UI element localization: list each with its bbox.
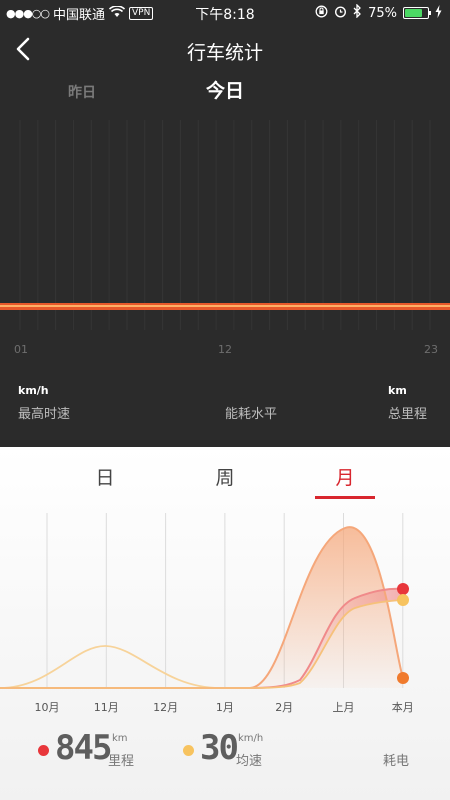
active-tab-indicator xyxy=(315,496,375,499)
energy-label: 耗电 xyxy=(383,754,410,769)
mileage-unit: km xyxy=(112,733,128,744)
page-title: 行车统计 xyxy=(186,42,263,64)
hour-tick-start: 01 xyxy=(14,343,28,356)
max-speed-label: 最高时速 xyxy=(18,407,71,422)
alarm-icon xyxy=(334,5,347,22)
bluetooth-icon xyxy=(353,3,362,22)
speed-curve-early xyxy=(0,645,250,689)
rotation-lock-icon xyxy=(315,5,328,22)
mileage-legend-dot xyxy=(38,745,49,756)
month-tick-label: 2月 xyxy=(275,701,293,714)
status-bar: ●●●○○ 中国联通 VPN 下午8:18 75% xyxy=(0,0,450,24)
hour-tick-mid: 12 xyxy=(218,343,232,356)
hour-tick-end: 23 xyxy=(424,343,438,356)
energy-level-label: 能耗水平 xyxy=(225,407,278,422)
speed-endpoint xyxy=(397,594,409,606)
month-tick-label: 1月 xyxy=(216,701,234,714)
month-tick-label: 12月 xyxy=(153,701,178,714)
battery-percent: 75% xyxy=(368,5,397,21)
month-tick-label: 10月 xyxy=(35,701,60,714)
tab-week[interactable]: 周 xyxy=(195,463,255,490)
tab-day[interactable]: 日 xyxy=(75,463,135,490)
month-tick-label: 上月 xyxy=(333,701,355,714)
month-tick-label: 本月 xyxy=(392,700,414,714)
monthly-axis-labels: 10月 11月 12月 1月 2月 上月 本月 xyxy=(35,700,414,714)
speed-unit: km/h xyxy=(238,733,264,744)
hourly-chart xyxy=(0,120,450,330)
speed-value: 30 xyxy=(200,728,239,768)
max-speed-unit: km/h xyxy=(18,384,49,397)
month-tick-label: 11月 xyxy=(94,701,119,714)
nav-bar: 行车统计 xyxy=(0,30,450,70)
mileage-label: 里程 xyxy=(108,754,135,769)
total-mileage-unit: km xyxy=(388,384,407,397)
energy-endpoint xyxy=(397,672,409,684)
hourly-data-line-highlight xyxy=(0,305,450,307)
day-tab-today[interactable]: 今日 xyxy=(0,76,450,103)
hourly-gridlines xyxy=(19,120,431,330)
total-mileage-label: 总里程 xyxy=(388,407,428,422)
mileage-value: 845 xyxy=(55,728,112,768)
mileage-endpoint xyxy=(397,583,409,595)
speed-legend-dot xyxy=(183,745,194,756)
speed-label: 均速 xyxy=(236,754,263,769)
tab-month[interactable]: 月 xyxy=(315,463,375,490)
charging-icon xyxy=(435,4,442,22)
monthly-chart: 10月 11月 12月 1月 2月 上月 本月 xyxy=(0,513,414,714)
battery-icon xyxy=(403,7,431,19)
